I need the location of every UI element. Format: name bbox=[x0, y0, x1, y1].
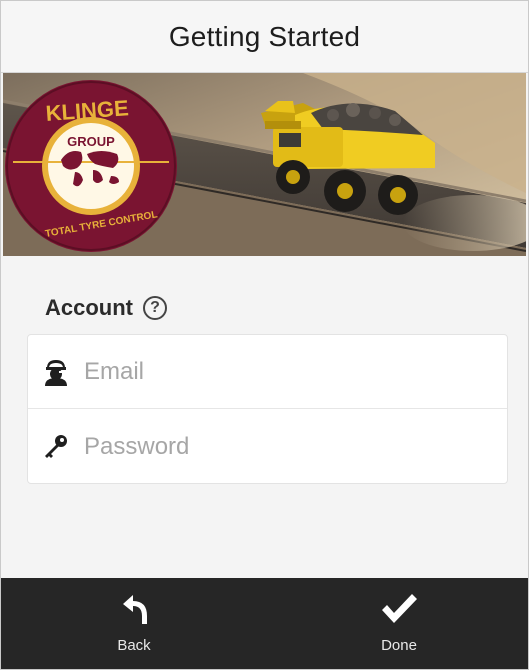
back-arrow-icon bbox=[117, 592, 151, 631]
back-label: Back bbox=[117, 637, 151, 654]
page-title: Getting Started bbox=[168, 20, 361, 52]
bottom-toolbar: Back Done bbox=[1, 578, 528, 669]
help-circle-icon[interactable]: ? bbox=[143, 296, 167, 320]
account-section-header: Account ? bbox=[45, 295, 167, 321]
checkmark-icon bbox=[379, 592, 419, 631]
done-button[interactable]: Done bbox=[349, 592, 449, 662]
logo-group-text: GROUP bbox=[67, 134, 115, 149]
app-window: Getting Started KLINGE GROUP TOTAL TYRE … bbox=[0, 0, 529, 670]
email-row bbox=[28, 335, 507, 409]
account-heading: Account bbox=[45, 295, 133, 320]
klinge-logo: KLINGE GROUP TOTAL TYRE CONTROL bbox=[5, 80, 177, 252]
done-label: Done bbox=[381, 637, 417, 654]
email-field[interactable] bbox=[84, 335, 507, 408]
mining-truck-photo: KLINGE GROUP TOTAL TYRE CONTROL bbox=[3, 73, 526, 256]
top-bar: Getting Started bbox=[1, 1, 528, 73]
login-form bbox=[27, 334, 508, 484]
back-button[interactable]: Back bbox=[84, 592, 184, 662]
password-field[interactable] bbox=[84, 410, 507, 484]
hero-banner: KLINGE GROUP TOTAL TYRE CONTROL bbox=[3, 73, 526, 256]
key-icon bbox=[28, 410, 84, 484]
user-icon bbox=[28, 335, 84, 408]
password-row bbox=[28, 410, 507, 484]
